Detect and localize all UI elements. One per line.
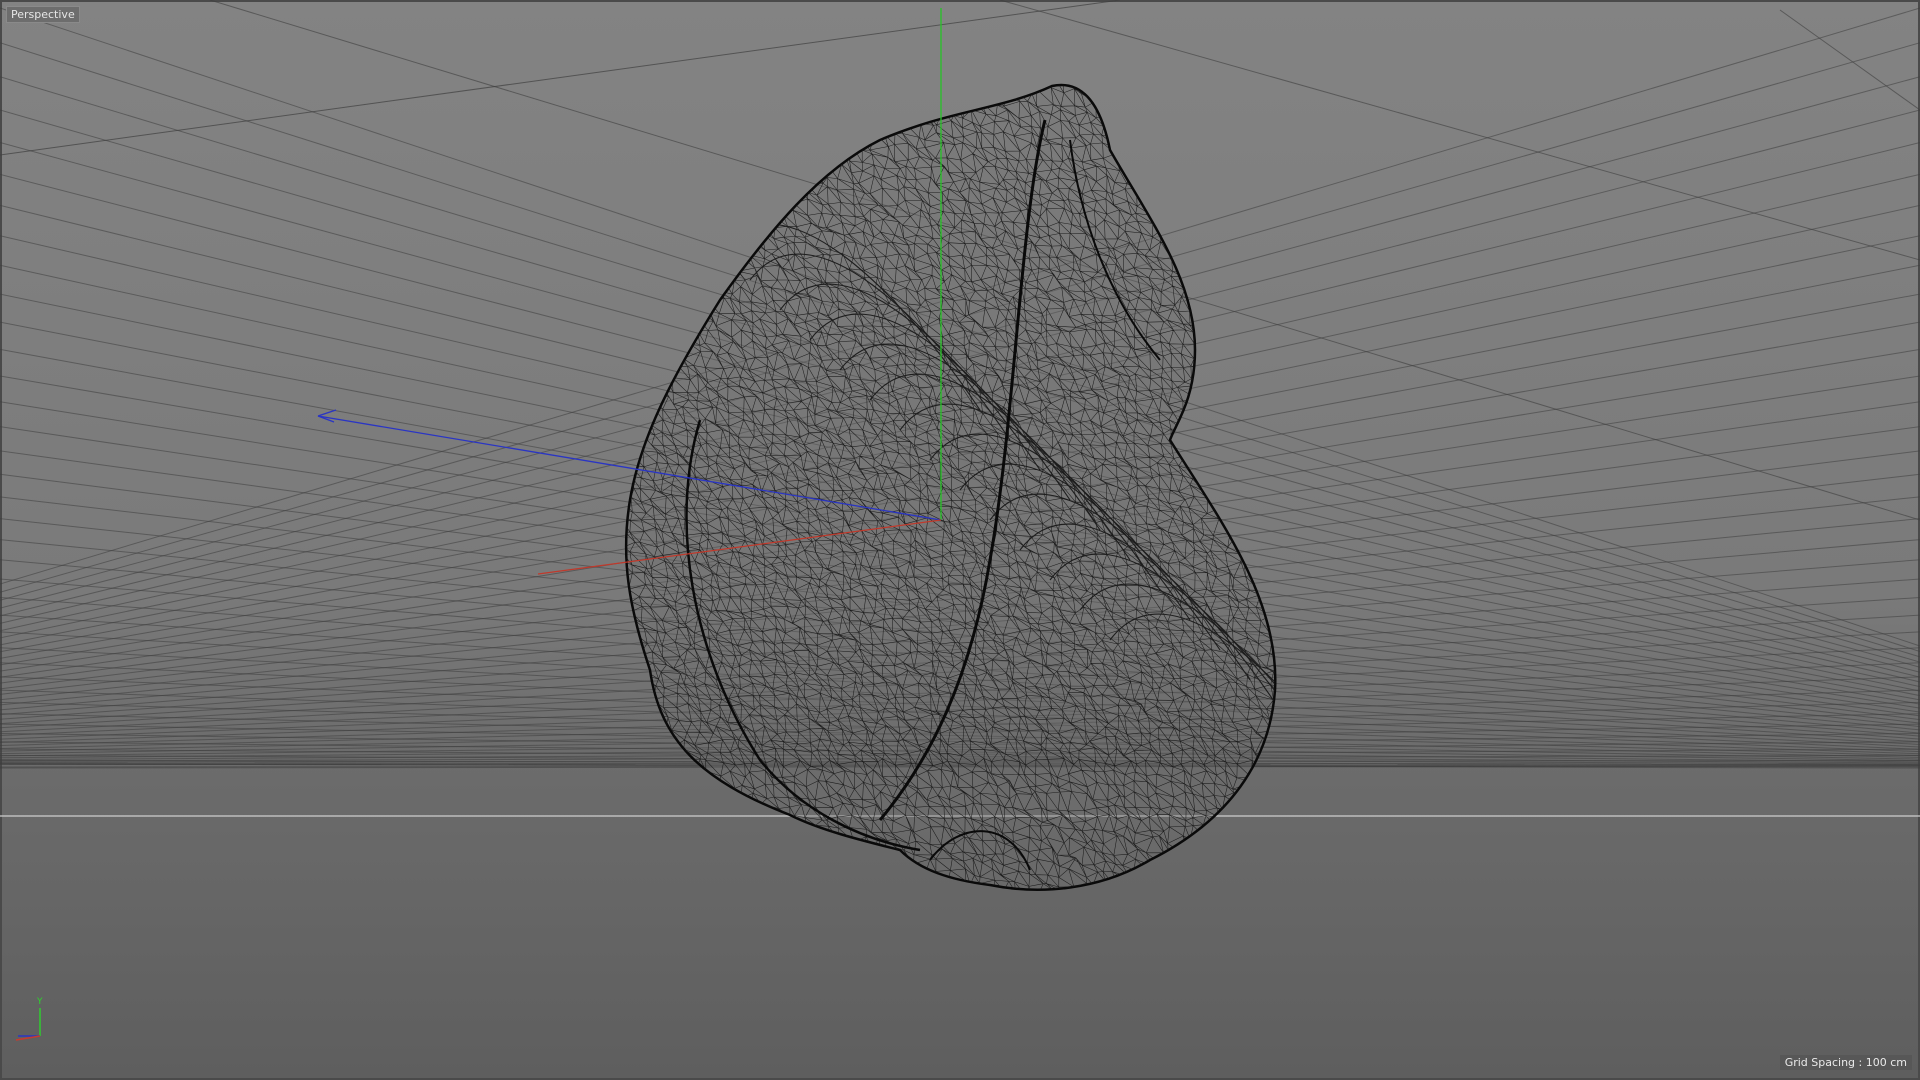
view-name-label[interactable]: Perspective: [6, 6, 80, 23]
scene-canvas[interactable]: [0, 0, 1920, 1080]
axis-gizmo-icon: Y: [15, 997, 43, 1041]
grid-spacing-readout: Grid Spacing : 100 cm: [1779, 1055, 1912, 1070]
viewport-perspective[interactable]: Perspective Y Grid Spacing : 100 cm: [0, 0, 1920, 1080]
wireframe-mesh-object[interactable]: [606, 66, 1371, 900]
gizmo-y-label: Y: [36, 997, 43, 1007]
